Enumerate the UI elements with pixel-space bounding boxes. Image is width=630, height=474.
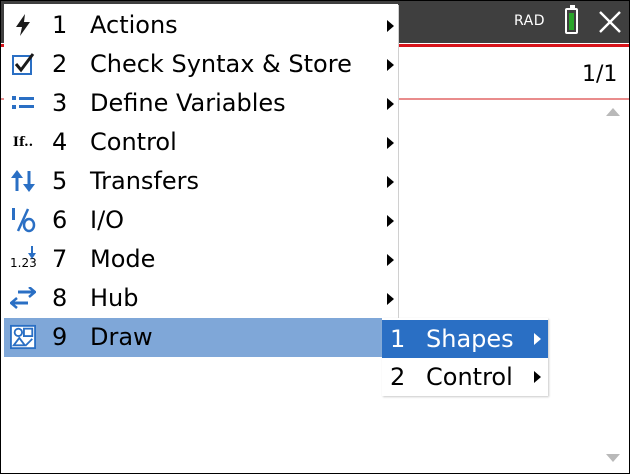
menu-item-label: Actions [90, 11, 178, 39]
angle-mode-indicator: RAD [514, 13, 546, 29]
menu-item-number: 4 [52, 128, 68, 156]
submenu-arrow-icon [387, 59, 394, 71]
menu-item-number: 1 [52, 11, 68, 39]
menu-item-number: 3 [52, 89, 68, 117]
menu-item-label: Control [90, 128, 177, 156]
mode-icon: 1.23 [10, 246, 37, 272]
menu-item-transfers[interactable]: 5 Transfers [4, 162, 398, 201]
menu-item-number: 2 [52, 50, 68, 78]
menu-item-number: 6 [52, 206, 68, 234]
menu-item-check-syntax-store[interactable]: 2 Check Syntax & Store [4, 45, 398, 84]
menu-item-mode[interactable]: 1.23 7 Mode [4, 240, 398, 279]
program-editor-menu: 1 Actions 2 Check Syntax & Store 3 Defin… [4, 4, 398, 357]
menu-item-label: Check Syntax & Store [90, 50, 352, 78]
submenu-arrow-icon [387, 20, 394, 32]
menu-item-label: I/O [90, 206, 125, 234]
submenu-arrow-icon [387, 254, 394, 266]
menu-item-number: 8 [52, 284, 68, 312]
menu-item-label: Mode [90, 245, 156, 273]
menu-item-control[interactable]: If.. 4 Control [4, 123, 398, 162]
page-indicator: 1/1 [582, 62, 618, 87]
menu-item-define-variables[interactable]: 3 Define Variables [4, 84, 398, 123]
draw-submenu: 1 Shapes 2 Control [382, 318, 548, 396]
menu-item-number: 9 [52, 323, 68, 351]
submenu-item-control[interactable]: 2 Control [382, 358, 548, 396]
menu-item-actions[interactable]: 1 Actions [4, 6, 398, 45]
submenu-arrow-icon [534, 333, 541, 345]
menu-item-io[interactable]: 6 I/O [4, 201, 398, 240]
control-if-icon: If.. [12, 134, 34, 150]
menu-item-label: Hub [90, 284, 139, 312]
scrollbar[interactable] [599, 100, 628, 470]
menu-item-number: 5 [52, 167, 68, 195]
submenu-arrow-icon [387, 293, 394, 305]
menu-item-label: Draw [90, 323, 153, 351]
submenu-item-label: Control [426, 363, 513, 391]
menu-item-draw[interactable]: 9 Draw [4, 318, 398, 357]
io-icon [10, 207, 36, 233]
submenu-arrow-icon [387, 215, 394, 227]
draw-shapes-icon [10, 324, 36, 350]
submenu-item-shapes[interactable]: 1 Shapes [382, 320, 548, 358]
checkbox-icon [10, 51, 36, 77]
transfer-arrows-icon [10, 168, 36, 194]
menu-item-label: Transfers [90, 167, 200, 195]
scroll-up-icon[interactable] [606, 108, 620, 116]
submenu-arrow-icon [387, 176, 394, 188]
submenu-item-number: 2 [390, 363, 406, 391]
menu-item-number: 7 [52, 245, 68, 273]
submenu-arrow-icon [387, 98, 394, 110]
close-icon[interactable] [594, 6, 624, 36]
scroll-down-icon[interactable] [606, 454, 620, 462]
menu-item-label: Define Variables [90, 89, 286, 117]
menu-item-hub[interactable]: 8 Hub [4, 279, 398, 318]
submenu-item-label: Shapes [426, 325, 514, 353]
submenu-arrow-icon [534, 371, 541, 383]
battery-icon [565, 5, 578, 34]
submenu-item-number: 1 [390, 325, 406, 353]
define-variables-icon [10, 90, 36, 116]
submenu-arrow-icon [387, 137, 394, 149]
hub-arrows-icon [10, 285, 36, 311]
lightning-icon [10, 12, 36, 38]
